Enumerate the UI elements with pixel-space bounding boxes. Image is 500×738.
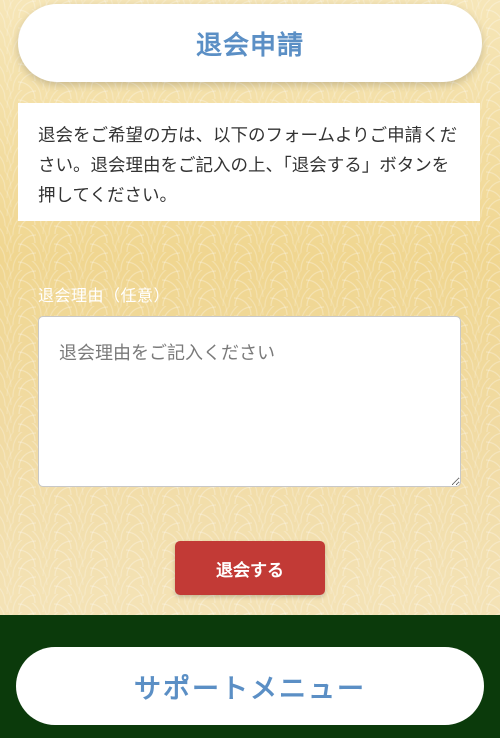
page-title: 退会申請 [195,30,304,61]
reason-textarea[interactable] [38,316,461,487]
support-menu-label: サポートメニュー [134,673,366,705]
reason-label: 退会理由（任意） [38,286,171,305]
info-box: 退会をご希望の方は、以下のフォームよりご申請ください。退会理由をご記入の上、「退… [18,103,480,221]
withdraw-button[interactable]: 退会する [175,541,325,595]
support-menu-button[interactable]: サポートメニュー [16,647,484,725]
info-text: 退会をご希望の方は、以下のフォームよりご申請ください。退会理由をご記入の上、「退… [38,126,458,206]
page-title-banner: 退会申請 [18,4,482,82]
